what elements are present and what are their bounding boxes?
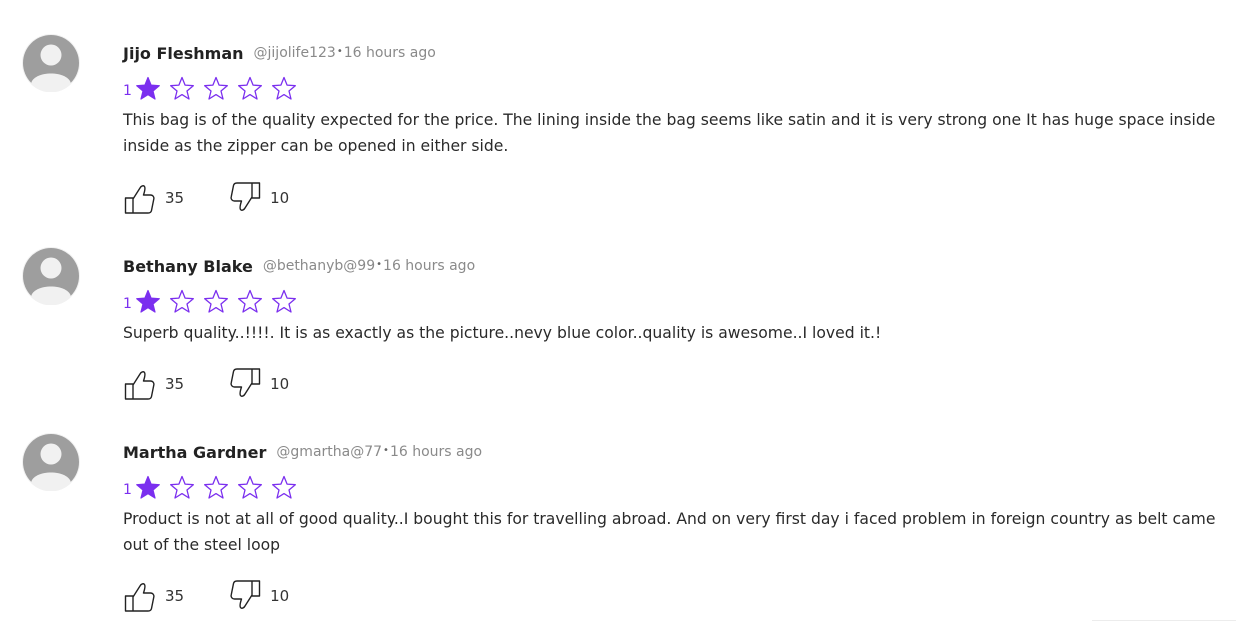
star-outline-icon: [203, 475, 228, 499]
star-outline-icon: [169, 76, 194, 100]
rating-number: 1: [123, 482, 132, 498]
review-actions: 35 10: [123, 367, 289, 401]
avatar[interactable]: [22, 247, 80, 306]
thumbs-down-icon: [230, 182, 261, 211]
review-content: Bethany Blake @bethanyb@99 • 16 hours ag…: [123, 253, 1222, 346]
separator-dot: •: [336, 45, 343, 57]
review-header: Jijo Fleshman @jijolife123 • 16 hours ag…: [123, 40, 1222, 66]
dislike-button[interactable]: 10: [228, 367, 289, 401]
avatar[interactable]: [22, 433, 80, 492]
thumbs-up-icon: [124, 583, 155, 612]
reviewer-handle: @bethanyb@99: [262, 258, 376, 274]
review-actions: 35 10: [123, 579, 289, 613]
review-time: 16 hours ago: [343, 45, 436, 61]
star-outline-icon: [169, 289, 194, 313]
reviewer-handle: @gmartha@77: [276, 444, 383, 460]
star-outline-icon: [271, 475, 296, 499]
review-header: Bethany Blake @bethanyb@99 • 16 hours ag…: [123, 253, 1222, 279]
star-outline-icon: [237, 475, 262, 499]
divider: [1092, 620, 1236, 621]
separator-dot: •: [383, 444, 389, 456]
review-text: Superb quality..!!!!. It is as exactly a…: [123, 324, 882, 342]
review-actions: 35 10: [123, 181, 289, 215]
thumbs-up-icon: [124, 371, 155, 400]
reviewer-handle: @jijolife123: [253, 45, 336, 61]
user-avatar-icon: [22, 433, 80, 492]
like-button[interactable]: 35: [123, 579, 184, 613]
dislike-button[interactable]: 10: [228, 579, 289, 613]
star-filled-icon: [136, 289, 160, 313]
user-avatar-icon: [22, 247, 80, 306]
user-avatar-icon: [22, 34, 80, 93]
review-content: Martha Gardner @gmartha@77 • 16 hours ag…: [123, 439, 1222, 558]
dislike-count: 10: [270, 375, 290, 393]
rating-number: 1: [123, 83, 132, 99]
review-header: Martha Gardner @gmartha@77 • 16 hours ag…: [123, 439, 1222, 465]
review-text: This bag is of the quality expected for …: [123, 111, 1216, 155]
star-filled-icon: [136, 76, 160, 100]
star-rating: 1: [123, 74, 1222, 104]
like-count: 35: [165, 189, 185, 207]
reviewer-name[interactable]: Martha Gardner: [123, 443, 266, 462]
avatar[interactable]: [22, 34, 80, 93]
star-outline-icon: [203, 289, 228, 313]
star-rating: 1: [123, 287, 1222, 317]
review-time: 16 hours ago: [383, 258, 476, 274]
review-content: Jijo Fleshman @jijolife123 • 16 hours ag…: [123, 40, 1222, 159]
star-outline-icon: [271, 289, 296, 313]
thumbs-down-icon: [230, 580, 261, 609]
dislike-button[interactable]: 10: [228, 181, 289, 215]
star-outline-icon: [169, 475, 194, 499]
star-outline-icon: [237, 289, 262, 313]
reviewer-name[interactable]: Jijo Fleshman: [123, 44, 244, 63]
star-filled-icon: [136, 475, 160, 499]
like-count: 35: [165, 587, 185, 605]
dislike-count: 10: [270, 189, 290, 207]
star-rating: 1: [123, 473, 1222, 503]
reviewer-name[interactable]: Bethany Blake: [123, 257, 253, 276]
separator-dot: •: [376, 258, 383, 270]
like-button[interactable]: 35: [123, 181, 184, 215]
dislike-count: 10: [270, 587, 290, 605]
like-button[interactable]: 35: [123, 367, 184, 401]
review-time: 16 hours ago: [389, 444, 483, 460]
review-text: Product is not at all of good quality..I…: [123, 510, 1216, 554]
thumbs-down-icon: [230, 368, 261, 397]
like-count: 35: [165, 375, 185, 393]
rating-number: 1: [123, 296, 132, 312]
star-outline-icon: [237, 76, 262, 100]
star-outline-icon: [203, 76, 228, 100]
star-outline-icon: [271, 76, 296, 100]
thumbs-up-icon: [124, 185, 155, 214]
